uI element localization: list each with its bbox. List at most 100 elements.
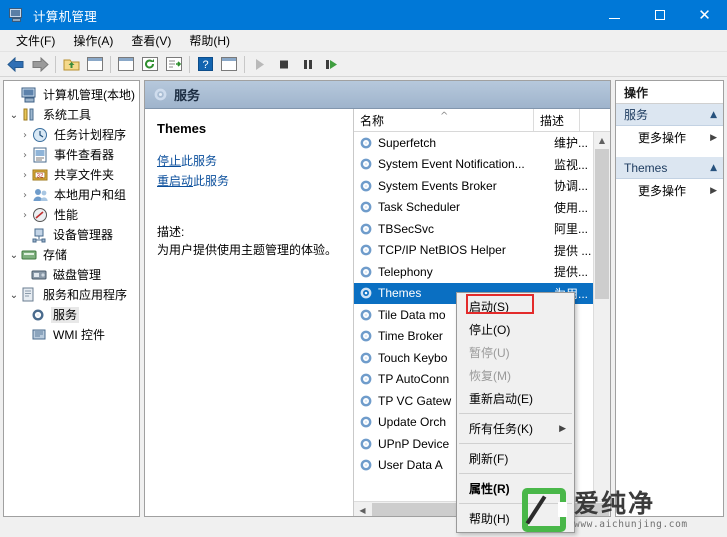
actions-section-services[interactable]: 服务 ▲ — [616, 104, 723, 126]
context-menu-separator — [459, 413, 572, 414]
back-icon[interactable] — [4, 54, 28, 75]
chevron-right-icon[interactable]: › — [18, 150, 32, 161]
device-manager-icon — [31, 227, 48, 243]
tree-item-shared-folders[interactable]: › 32 共享文件夹 — [7, 165, 137, 185]
tree-item-disk-management[interactable]: 磁盘管理 — [7, 265, 137, 285]
table-row[interactable]: Superfetch 维护... — [354, 132, 610, 154]
context-menu-start[interactable]: 启动(S) — [457, 295, 574, 318]
vertical-scrollbar[interactable]: ▲ — [593, 132, 610, 501]
toolbar-separator — [189, 55, 190, 73]
chevron-right-icon[interactable]: › — [18, 210, 32, 221]
chevron-right-icon[interactable]: › — [18, 130, 32, 141]
title-bar: 计算机管理 ✕ — [0, 0, 727, 30]
export-list-icon[interactable] — [162, 54, 186, 75]
actions-more-actions-themes[interactable]: 更多操作 ▶ — [616, 179, 723, 202]
tree-item-computer-management[interactable]: 计算机管理(本地) — [7, 85, 137, 105]
table-row[interactable]: System Event Notification... 监视... — [354, 154, 610, 176]
context-menu-restart[interactable]: 重新启动(E) — [457, 387, 574, 410]
tree-item-system-tools[interactable]: ⌄ 系统工具 — [7, 105, 137, 125]
pause-service-icon[interactable] — [296, 54, 320, 75]
chevron-up-icon[interactable]: ▲ — [710, 163, 717, 173]
context-menu-stop[interactable]: 停止(O) — [457, 318, 574, 341]
column-header-name-label: 名称 — [360, 113, 385, 128]
actions-more-actions-services[interactable]: 更多操作 ▶ — [616, 126, 723, 149]
event-viewer-icon — [32, 147, 49, 163]
service-name: Telephony — [378, 264, 433, 279]
context-menu-pause: 暂停(U) — [457, 341, 574, 364]
chevron-down-icon[interactable]: ⌄ — [7, 110, 21, 121]
context-menu-pause-label: 暂停(U) — [469, 346, 510, 360]
tree-item-task-scheduler[interactable]: › 任务计划程序 — [7, 125, 137, 145]
service-detail-panel: Themes 停止此服务 重启动此服务 描述: 为用户提供使用主题管理的体验。 — [145, 109, 354, 516]
tree-item-label: 共享文件夹 — [54, 168, 115, 182]
disk-management-icon — [31, 267, 48, 283]
show-action-pane-icon[interactable] — [217, 54, 241, 75]
restart-service-icon[interactable] — [320, 54, 344, 75]
properties-icon[interactable] — [114, 54, 138, 75]
start-service-icon[interactable] — [248, 54, 272, 75]
tree-item-device-manager[interactable]: 设备管理器 — [7, 225, 137, 245]
scroll-up-button[interactable]: ▲ — [594, 132, 610, 149]
tree-item-services-and-applications[interactable]: ⌄ 服务和应用程序 — [7, 285, 137, 305]
tools-icon — [21, 107, 38, 123]
services-pane-title: 服务 — [174, 88, 201, 103]
menu-action[interactable]: 操作(A) — [64, 30, 122, 51]
scroll-left-button[interactable]: ◀ — [354, 506, 371, 515]
service-icon — [358, 179, 374, 193]
tree-item-performance[interactable]: › 性能 — [7, 205, 137, 225]
chevron-right-icon[interactable]: › — [18, 170, 32, 181]
tree-item-label: 设备管理器 — [53, 228, 114, 242]
restart-service-link[interactable]: 重启动此服务 — [157, 174, 229, 188]
context-menu-all-tasks[interactable]: 所有任务(K) ▶ — [457, 417, 574, 440]
actions-section-themes-label: Themes — [624, 160, 668, 175]
table-row[interactable]: TBSecSvc 阿里... — [354, 218, 610, 240]
table-row[interactable]: TCP/IP NetBIOS Helper 提供 ... — [354, 240, 610, 262]
tree-item-services[interactable]: 服务 — [7, 305, 137, 325]
tree-item-wmi-control[interactable]: WMI 控件 — [7, 325, 137, 345]
minimize-button[interactable] — [592, 0, 637, 30]
menu-file[interactable]: 文件(F) — [7, 30, 64, 51]
context-menu-separator — [459, 443, 572, 444]
column-header-description[interactable]: 描述 — [534, 109, 580, 131]
tree-item-local-users-groups[interactable]: › 本地用户和组 — [7, 185, 137, 205]
chevron-down-icon[interactable]: ⌄ — [7, 290, 21, 301]
context-menu-refresh-label: 刷新(F) — [469, 452, 509, 466]
chevron-down-icon[interactable]: ⌄ — [7, 250, 21, 261]
chevron-right-icon[interactable]: › — [18, 190, 32, 201]
maximize-button[interactable] — [637, 0, 682, 30]
users-groups-icon — [32, 187, 49, 203]
stop-service-row: 停止此服务 — [157, 152, 343, 169]
refresh-icon[interactable] — [138, 54, 162, 75]
table-row[interactable]: Task Scheduler 使用... — [354, 197, 610, 219]
forward-icon[interactable] — [28, 54, 52, 75]
actions-section-themes[interactable]: Themes ▲ — [616, 157, 723, 179]
menu-help[interactable]: 帮助(H) — [180, 30, 239, 51]
stop-service-icon[interactable] — [272, 54, 296, 75]
tree-item-storage[interactable]: ⌄ 存储 — [7, 245, 137, 265]
service-icon — [358, 157, 374, 171]
service-name: TBSecSvc — [378, 221, 435, 236]
help-icon[interactable]: ? — [193, 54, 217, 75]
stop-service-link[interactable]: 停止此服务 — [157, 154, 217, 168]
restart-link-suffix: 此服务 — [193, 174, 230, 188]
table-row[interactable]: Telephony 提供... — [354, 261, 610, 283]
tree-item-event-viewer[interactable]: › 事件查看器 — [7, 145, 137, 165]
restart-link-text: 重启动 — [157, 174, 194, 188]
aichunjing-logo-icon — [522, 488, 567, 532]
stop-link-suffix: 此服务 — [181, 154, 218, 168]
close-button[interactable]: ✕ — [682, 0, 727, 30]
tree-item-label: 事件查看器 — [54, 148, 115, 162]
menu-view[interactable]: 查看(V) — [122, 30, 180, 51]
toolbar: ? — [0, 52, 727, 77]
show-hide-tree-icon[interactable] — [83, 54, 107, 75]
table-row[interactable]: System Events Broker 协调... — [354, 175, 610, 197]
column-header-name[interactable]: 名称 ^ — [354, 109, 534, 131]
service-icon — [358, 437, 374, 451]
context-menu-refresh[interactable]: 刷新(F) — [457, 447, 574, 470]
scrollbar-thumb[interactable] — [595, 149, 609, 299]
chevron-up-icon[interactable]: ▲ — [710, 110, 717, 120]
service-icon — [358, 265, 374, 279]
services-icon — [31, 307, 48, 323]
tree-item-label: 任务计划程序 — [54, 128, 127, 142]
up-folder-icon[interactable] — [59, 54, 83, 75]
